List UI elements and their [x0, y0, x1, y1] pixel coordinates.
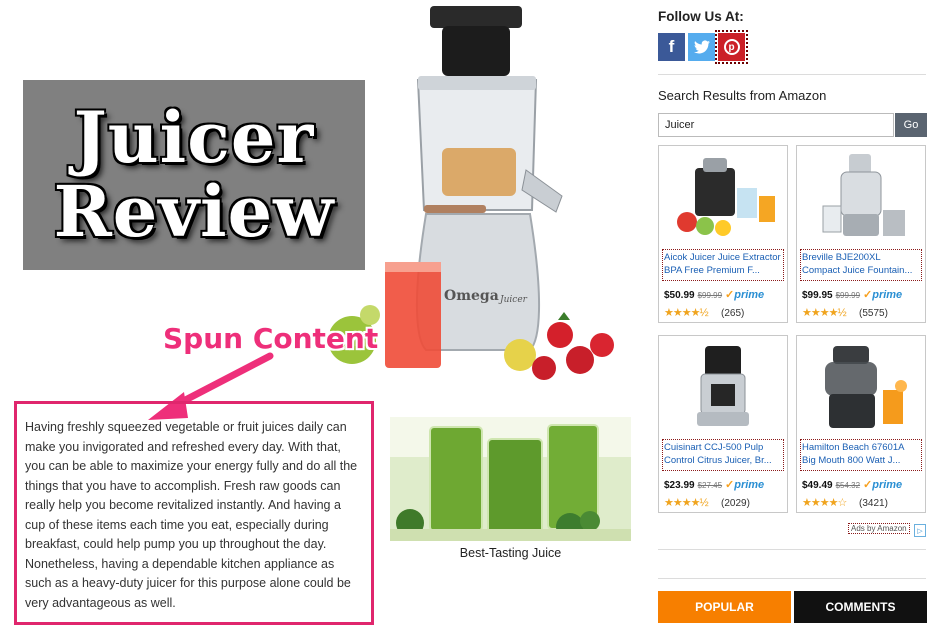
- prime-badge: ✓prime: [725, 288, 764, 301]
- prime-badge: ✓prime: [725, 478, 764, 491]
- star-rating: ★★★★½: [664, 497, 709, 509]
- current-price: $99.95: [802, 290, 833, 301]
- product-title-link[interactable]: Hamilton Beach 67601A Big Mouth 800 Watt…: [800, 439, 922, 471]
- review-count[interactable]: (2029): [721, 498, 750, 509]
- green-juice-image: [390, 417, 631, 541]
- prime-check-icon: ✓: [725, 289, 735, 301]
- divider: [658, 578, 926, 579]
- prime-label: prime: [734, 479, 765, 491]
- star-rating: ★★★★½: [664, 307, 709, 319]
- prime-check-icon: ✓: [863, 289, 873, 301]
- product-image-aicok: [677, 158, 775, 236]
- twitter-icon[interactable]: [688, 33, 715, 61]
- divider: [658, 74, 926, 75]
- juice-image-caption: Best-Tasting Juice: [459, 546, 562, 560]
- old-price: $54.32: [835, 481, 861, 490]
- adchoices-icon[interactable]: ▷: [914, 524, 926, 537]
- facebook-glyph: f: [668, 37, 675, 56]
- prime-label: prime: [872, 479, 903, 491]
- product-card[interactable]: Cuisinart CCJ-500 Pulp Control Citrus Ju…: [658, 335, 788, 513]
- article-paragraph: Having freshly squeezed vegetable or fru…: [25, 420, 358, 610]
- product-price: $50.99 $99.99: [664, 290, 722, 301]
- review-count[interactable]: (265): [721, 308, 744, 319]
- tab-comments[interactable]: COMMENTS: [794, 591, 927, 623]
- product-price: $49.49 $54.32: [802, 480, 860, 491]
- product-title-link[interactable]: Aicok Juicer Juice Extractor BPA Free Pr…: [662, 249, 784, 281]
- product-image-hamilton-beach: [825, 346, 907, 428]
- product-card[interactable]: Aicok Juicer Juice Extractor BPA Free Pr…: [658, 145, 788, 323]
- tab-popular[interactable]: POPULAR: [658, 591, 791, 623]
- product-title-link[interactable]: Cuisinart CCJ-500 Pulp Control Citrus Ju…: [662, 439, 784, 471]
- prime-badge: ✓prime: [863, 478, 902, 491]
- juicer-model-text: Juicer: [498, 295, 528, 305]
- pinterest-icon[interactable]: p: [715, 30, 748, 64]
- juicer-brand-text: Omega: [444, 288, 499, 304]
- review-count[interactable]: (3421): [859, 498, 888, 509]
- pinterest-glyph: p: [723, 39, 740, 55]
- search-go-button[interactable]: Go: [895, 113, 927, 137]
- banner-title-line2: Review: [53, 170, 335, 253]
- hero-area: Juicer Review Omega Juicer Spun Content: [0, 0, 640, 420]
- divider: [658, 549, 926, 550]
- old-price: $99.99: [697, 291, 723, 300]
- current-price: $23.99: [664, 480, 695, 491]
- product-price: $23.99 $27.45: [664, 480, 722, 491]
- star-rating: ★★★★½: [802, 307, 847, 319]
- star-rating: ★★★★☆: [802, 497, 847, 509]
- review-count[interactable]: (5575): [859, 308, 888, 319]
- product-card[interactable]: Breville BJE200XL Compact Juice Fountain…: [796, 145, 926, 323]
- juicer-review-banner: Juicer Review: [23, 80, 365, 270]
- product-card[interactable]: Hamilton Beach 67601A Big Mouth 800 Watt…: [796, 335, 926, 513]
- old-price: $99.99: [835, 291, 861, 300]
- facebook-icon[interactable]: f: [658, 33, 685, 61]
- old-price: $27.45: [697, 481, 723, 490]
- product-price: $99.95 $99.99: [802, 290, 860, 301]
- banner-title-line1: Juicer: [73, 96, 315, 179]
- amazon-search-input[interactable]: [658, 113, 894, 137]
- product-image-breville: [822, 154, 905, 236]
- ads-by-amazon-link[interactable]: Ads by Amazon: [848, 523, 910, 534]
- follow-us-title: Follow Us At:: [658, 9, 744, 24]
- twitter-bird-icon: [693, 40, 710, 54]
- current-price: $49.49: [802, 480, 833, 491]
- spun-content-box: Having freshly squeezed vegetable or fru…: [14, 401, 374, 625]
- prime-check-icon: ✓: [863, 479, 873, 491]
- product-image-cuisinart: [697, 346, 749, 426]
- amazon-search-title: Search Results from Amazon: [658, 88, 827, 103]
- prime-label: prime: [872, 289, 903, 301]
- prime-badge: ✓prime: [863, 288, 902, 301]
- prime-label: prime: [734, 289, 765, 301]
- product-title-link[interactable]: Breville BJE200XL Compact Juice Fountain…: [800, 249, 922, 281]
- prime-check-icon: ✓: [725, 479, 735, 491]
- current-price: $50.99: [664, 290, 695, 301]
